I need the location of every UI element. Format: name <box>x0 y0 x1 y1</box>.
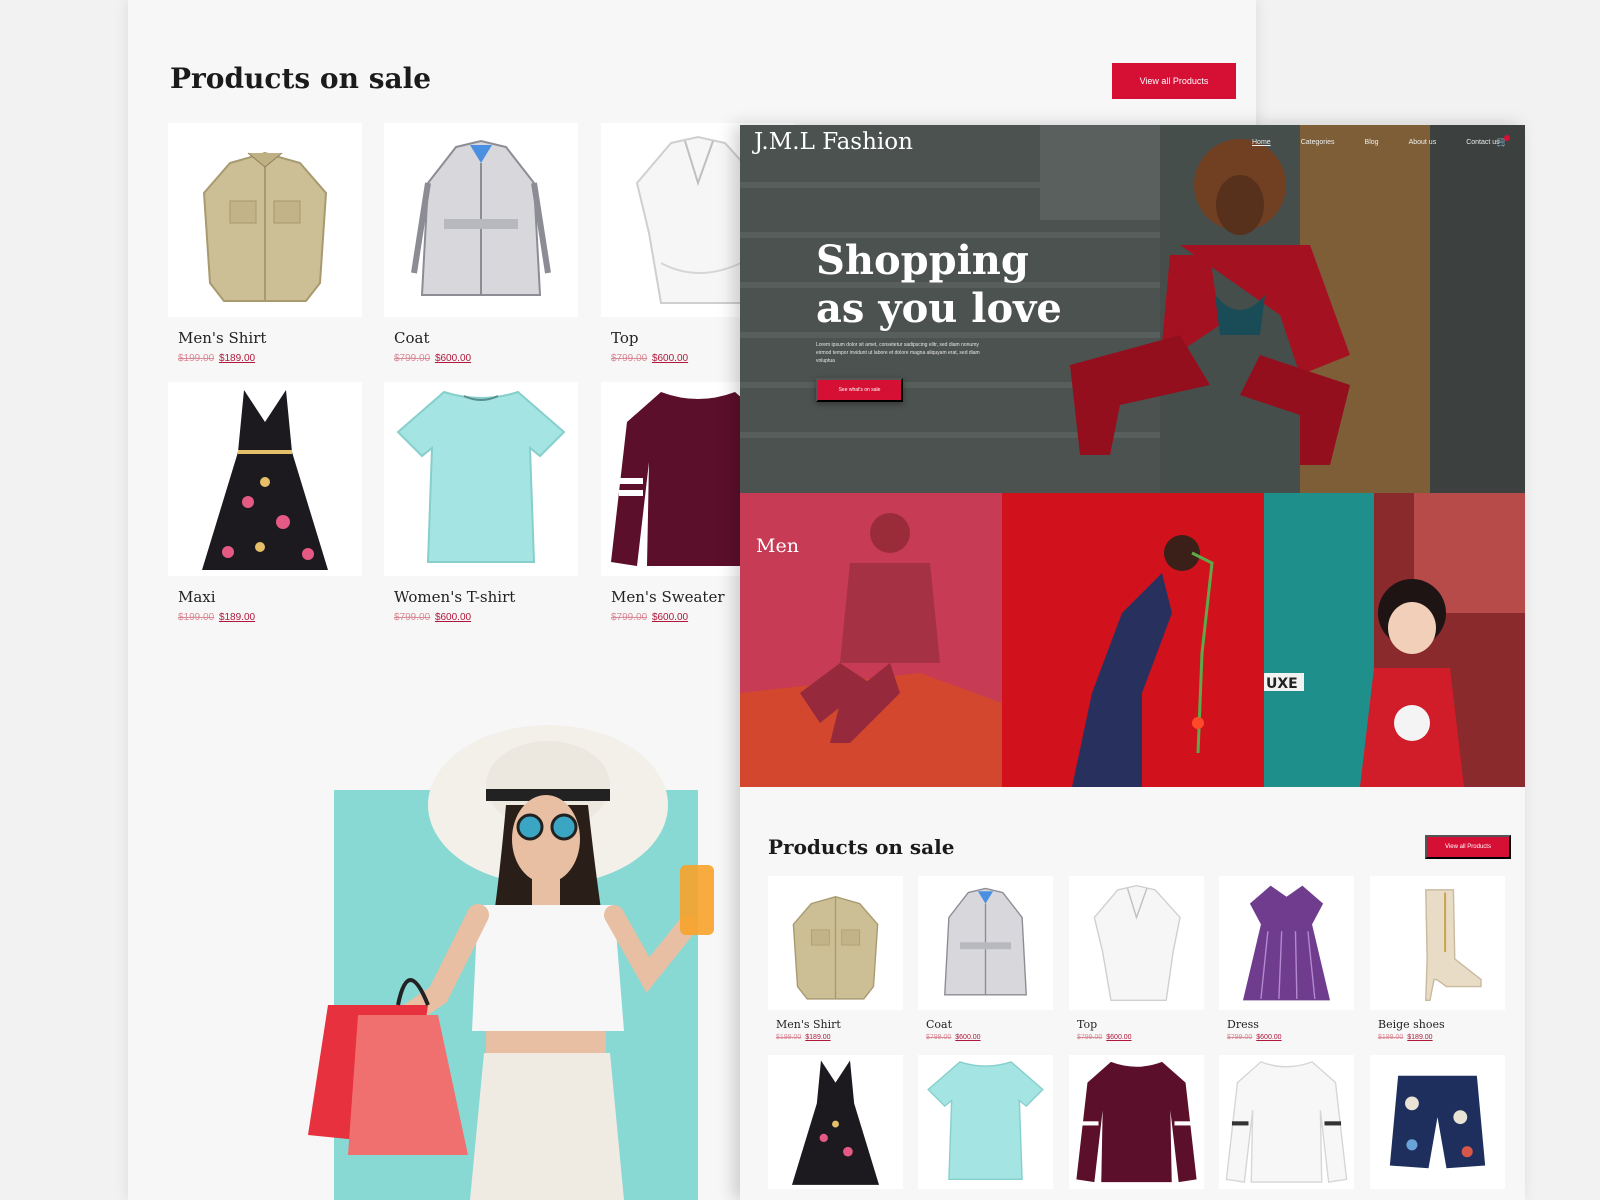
old-price: $199.00 <box>1378 1034 1404 1041</box>
product-image-mens-sweater <box>1069 1055 1204 1189</box>
product-image-mens-shirt <box>168 123 362 317</box>
product-name: Maxi <box>178 588 216 606</box>
sale-price: $600.00 <box>651 612 689 623</box>
product-prices: $199.00 $189.00 <box>1378 1034 1505 1041</box>
svg-text:UXE: UXE <box>1266 676 1298 692</box>
product-prices: $199.00 $189.00 <box>178 353 362 364</box>
sale-price: $189.00 <box>218 612 256 623</box>
product-image-maxi <box>768 1055 903 1189</box>
product-image-dress <box>1219 876 1354 1010</box>
old-price: $799.00 <box>611 353 648 364</box>
nav-blog[interactable]: Blog <box>1365 139 1379 146</box>
cart-count-badge <box>1504 135 1510 141</box>
old-price: $799.00 <box>394 353 431 364</box>
product-card[interactable]: Beige shoes $199.00 $189.00 <box>1370 876 1505 1041</box>
product-image-mens-shirt <box>768 876 903 1010</box>
old-price: $799.00 <box>394 612 431 623</box>
main-nav: Home Categories Blog About us Contact us <box>1252 139 1500 146</box>
product-card[interactable]: Men's Shirt $199.00 $189.00 <box>168 123 362 364</box>
view-all-products-button[interactable]: View all Products <box>1425 835 1511 859</box>
category-women-image <box>1002 493 1264 787</box>
sale-price: $189.00 <box>218 353 256 364</box>
brand-logo[interactable]: J.M.L Fashion <box>754 129 913 155</box>
product-image-coat <box>384 123 578 317</box>
product-name: Men's Shirt <box>178 329 267 347</box>
product-card[interactable]: Coat $799.00 $600.00 <box>384 123 578 364</box>
product-card[interactable]: Coat $799.00 $600.00 <box>918 876 1053 1041</box>
product-image-white-sweater <box>1219 1055 1354 1189</box>
product-prices: $799.00 $600.00 <box>926 1034 1053 1041</box>
product-card[interactable]: Men's Shirt $199.00 $189.00 <box>768 876 903 1041</box>
old-price: $799.00 <box>926 1034 952 1041</box>
product-name: Top <box>1077 1018 1098 1031</box>
sale-price: $600.00 <box>1106 1034 1132 1041</box>
hero-banner: J.M.L Fashion Home Categories Blog About… <box>740 125 1525 493</box>
old-price: $799.00 <box>1077 1034 1103 1041</box>
section-title: Products on sale <box>768 835 955 859</box>
product-name: Men's Shirt <box>776 1018 841 1031</box>
front-page-mockup: J.M.L Fashion Home Categories Blog About… <box>740 125 1525 1200</box>
product-name: Dress <box>1227 1018 1259 1031</box>
product-prices: $799.00 $600.00 <box>394 612 578 623</box>
product-image-maxi <box>168 382 362 576</box>
old-price: $799.00 <box>1227 1034 1253 1041</box>
product-name: Beige shoes <box>1378 1018 1445 1031</box>
product-image-womens-tshirt <box>384 382 578 576</box>
sale-price: $600.00 <box>955 1034 981 1041</box>
product-card[interactable] <box>1370 1055 1505 1189</box>
product-image-womens-tshirt <box>918 1055 1053 1189</box>
old-price: $199.00 <box>776 1034 802 1041</box>
product-card[interactable]: Maxi $199.00 $189.00 <box>168 382 362 623</box>
sale-price: $600.00 <box>434 353 472 364</box>
product-name: Coat <box>394 329 430 347</box>
old-price: $799.00 <box>611 612 648 623</box>
see-sale-button[interactable]: See what's on sale <box>816 378 903 402</box>
nav-categories[interactable]: Categories <box>1301 139 1335 146</box>
nav-contact-us[interactable]: Contact us <box>1466 139 1499 146</box>
sale-price: $600.00 <box>1256 1034 1282 1041</box>
hero-title: Shopping as you love <box>816 237 1062 332</box>
product-card[interactable] <box>1219 1055 1354 1189</box>
product-prices: $199.00 $189.00 <box>178 612 362 623</box>
category-men-label: Men <box>756 535 799 557</box>
product-card[interactable] <box>1069 1055 1204 1189</box>
category-kids[interactable]: UXE <box>1264 493 1525 787</box>
product-image-top <box>1069 876 1204 1010</box>
sale-price: $600.00 <box>434 612 472 623</box>
product-card[interactable]: Top $799.00 $600.00 <box>1069 876 1204 1041</box>
product-image-floral-shorts <box>1370 1055 1505 1189</box>
category-kids-image: UXE <box>1264 493 1525 787</box>
product-card[interactable]: Dress $799.00 $600.00 <box>1219 876 1354 1041</box>
product-name: Women's T-shirt <box>394 588 516 606</box>
category-men[interactable]: Men <box>740 493 1002 787</box>
section-title: Products on sale <box>170 62 432 95</box>
old-price: $199.00 <box>178 353 215 364</box>
product-image-coat <box>918 876 1053 1010</box>
hero-description: Lorem ipsum dolor sit amet, consetetur s… <box>816 342 980 364</box>
product-card[interactable]: Women's T-shirt $799.00 $600.00 <box>384 382 578 623</box>
old-price: $199.00 <box>178 612 215 623</box>
nav-home[interactable]: Home <box>1252 139 1271 146</box>
sale-price: $189.00 <box>1407 1034 1433 1041</box>
product-name: Coat <box>926 1018 953 1031</box>
product-prices: $799.00 $600.00 <box>394 353 578 364</box>
product-card[interactable] <box>918 1055 1053 1189</box>
sale-price: $600.00 <box>651 353 689 364</box>
product-image-beige-shoes <box>1370 876 1505 1010</box>
category-women[interactable] <box>1002 493 1264 787</box>
product-prices: $799.00 $600.00 <box>1227 1034 1354 1041</box>
product-card[interactable] <box>768 1055 903 1189</box>
view-all-products-button[interactable]: View all Products <box>1112 63 1236 99</box>
nav-about-us[interactable]: About us <box>1409 139 1437 146</box>
promo-woman-shopping-image <box>308 725 714 1200</box>
product-prices: $199.00 $189.00 <box>776 1034 903 1041</box>
sale-price: $189.00 <box>805 1034 831 1041</box>
product-prices: $799.00 $600.00 <box>1077 1034 1204 1041</box>
